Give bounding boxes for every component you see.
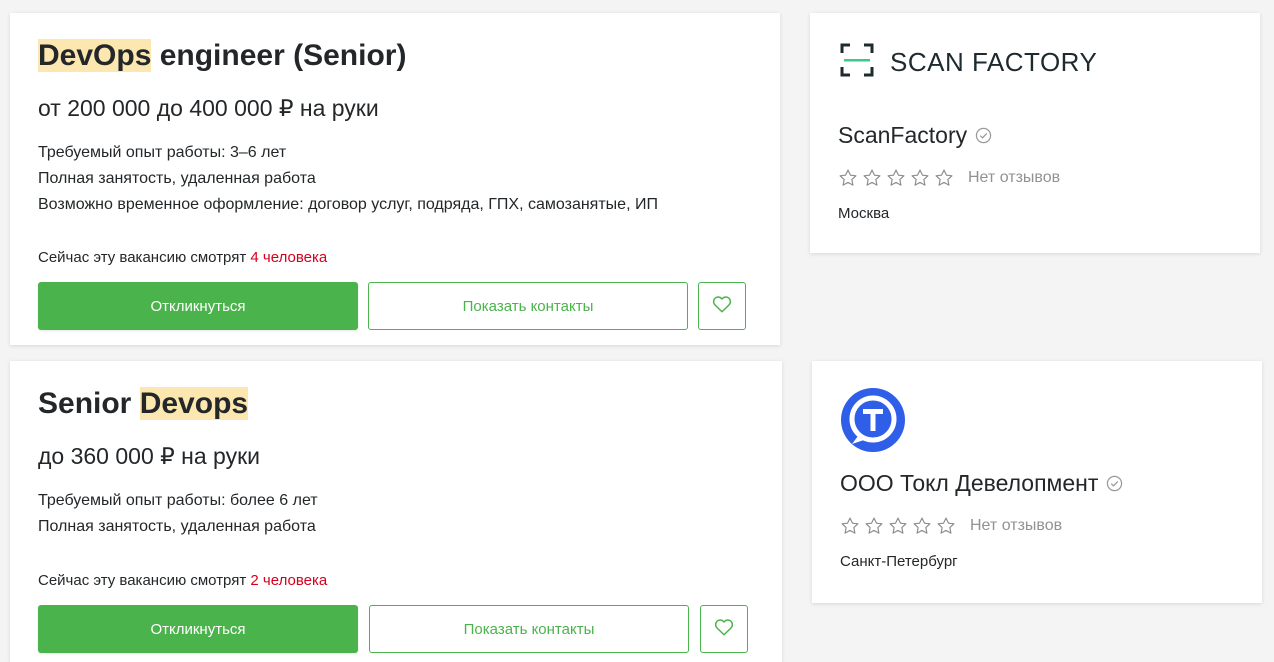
vacancy-title[interactable]: DevOps engineer (Senior) xyxy=(38,39,406,73)
no-reviews-text: Нет отзывов xyxy=(968,169,1061,186)
vacancy-card: Senior Devops до 360 000 ₽ на руки Требу… xyxy=(10,361,782,662)
vacancy-salary: от 200 000 до 400 000 ₽ на руки xyxy=(38,95,379,121)
contract-text: Возможно временное оформление: договор у… xyxy=(38,196,658,213)
star-icon xyxy=(912,516,932,536)
title-text: engineer (Senior) xyxy=(151,39,407,72)
viewers-prefix: Сейчас эту вакансию смотрят xyxy=(38,249,251,266)
company-name-text: ScanFactory xyxy=(838,122,968,148)
star-icon xyxy=(862,168,882,188)
title-highlight: Devops xyxy=(139,387,249,420)
star-icon xyxy=(936,516,956,536)
title-highlight: DevOps xyxy=(38,39,152,72)
apply-button[interactable]: Откликнуться xyxy=(38,282,358,330)
company-rating[interactable]: Нет отзывов xyxy=(838,168,1060,188)
viewers-prefix: Сейчас эту вакансию смотрят xyxy=(38,572,251,589)
show-contacts-button[interactable]: Показать контакты xyxy=(369,605,689,653)
no-reviews-text: Нет отзывов xyxy=(970,517,1063,534)
verified-check-icon xyxy=(1106,475,1123,492)
favorite-button[interactable] xyxy=(700,605,748,653)
star-icon xyxy=(910,168,930,188)
scan-frame-icon xyxy=(840,43,874,82)
company-name[interactable]: ScanFactory xyxy=(838,122,992,149)
apply-button[interactable]: Откликнуться xyxy=(38,605,358,653)
viewers-count: 2 человека xyxy=(250,572,328,589)
company-logo[interactable]: SCAN FACTORY xyxy=(840,43,1097,82)
company-city: Санкт-Петербург xyxy=(840,553,958,570)
star-icon xyxy=(888,516,908,536)
company-logo[interactable] xyxy=(840,388,906,459)
logo-text: SCAN FACTORY xyxy=(890,47,1098,77)
company-name[interactable]: ООО Токл Девелопмент xyxy=(840,470,1123,497)
company-city: Москва xyxy=(838,205,890,222)
company-card: ООО Токл Девелопмент Нет отзывов Санкт-П… xyxy=(812,361,1262,603)
show-contacts-button[interactable]: Показать контакты xyxy=(368,282,688,330)
star-icon xyxy=(934,168,954,188)
star-icon xyxy=(864,516,884,536)
verified-check-icon xyxy=(975,127,992,144)
employment-text: Полная занятость, удаленная работа xyxy=(38,170,316,187)
viewers-text: Сейчас эту вакансию смотрят 4 человека xyxy=(38,249,327,266)
star-icon xyxy=(838,168,858,188)
viewers-text: Сейчас эту вакансию смотрят 2 человека xyxy=(38,572,327,589)
employment-text: Полная занятость, удаленная работа xyxy=(38,518,316,535)
title-text: Senior xyxy=(38,387,140,420)
company-rating[interactable]: Нет отзывов xyxy=(840,516,1062,536)
company-name-text: ООО Токл Девелопмент xyxy=(840,470,1099,496)
star-icon xyxy=(886,168,906,188)
star-icon xyxy=(840,516,860,536)
vacancy-card: DevOps engineer (Senior) от 200 000 до 4… xyxy=(10,13,780,345)
heart-icon xyxy=(714,618,734,641)
vacancy-salary: до 360 000 ₽ на руки xyxy=(38,443,260,469)
heart-icon xyxy=(712,295,732,318)
favorite-button[interactable] xyxy=(698,282,746,330)
tokl-logo-icon xyxy=(840,388,906,458)
experience-text: Требуемый опыт работы: более 6 лет xyxy=(38,492,318,509)
vacancy-title[interactable]: Senior Devops xyxy=(38,387,249,421)
company-card: SCAN FACTORY ScanFactory Нет отзывов Мос… xyxy=(810,13,1260,253)
experience-text: Требуемый опыт работы: 3–6 лет xyxy=(38,144,287,161)
viewers-count: 4 человека xyxy=(250,249,328,266)
